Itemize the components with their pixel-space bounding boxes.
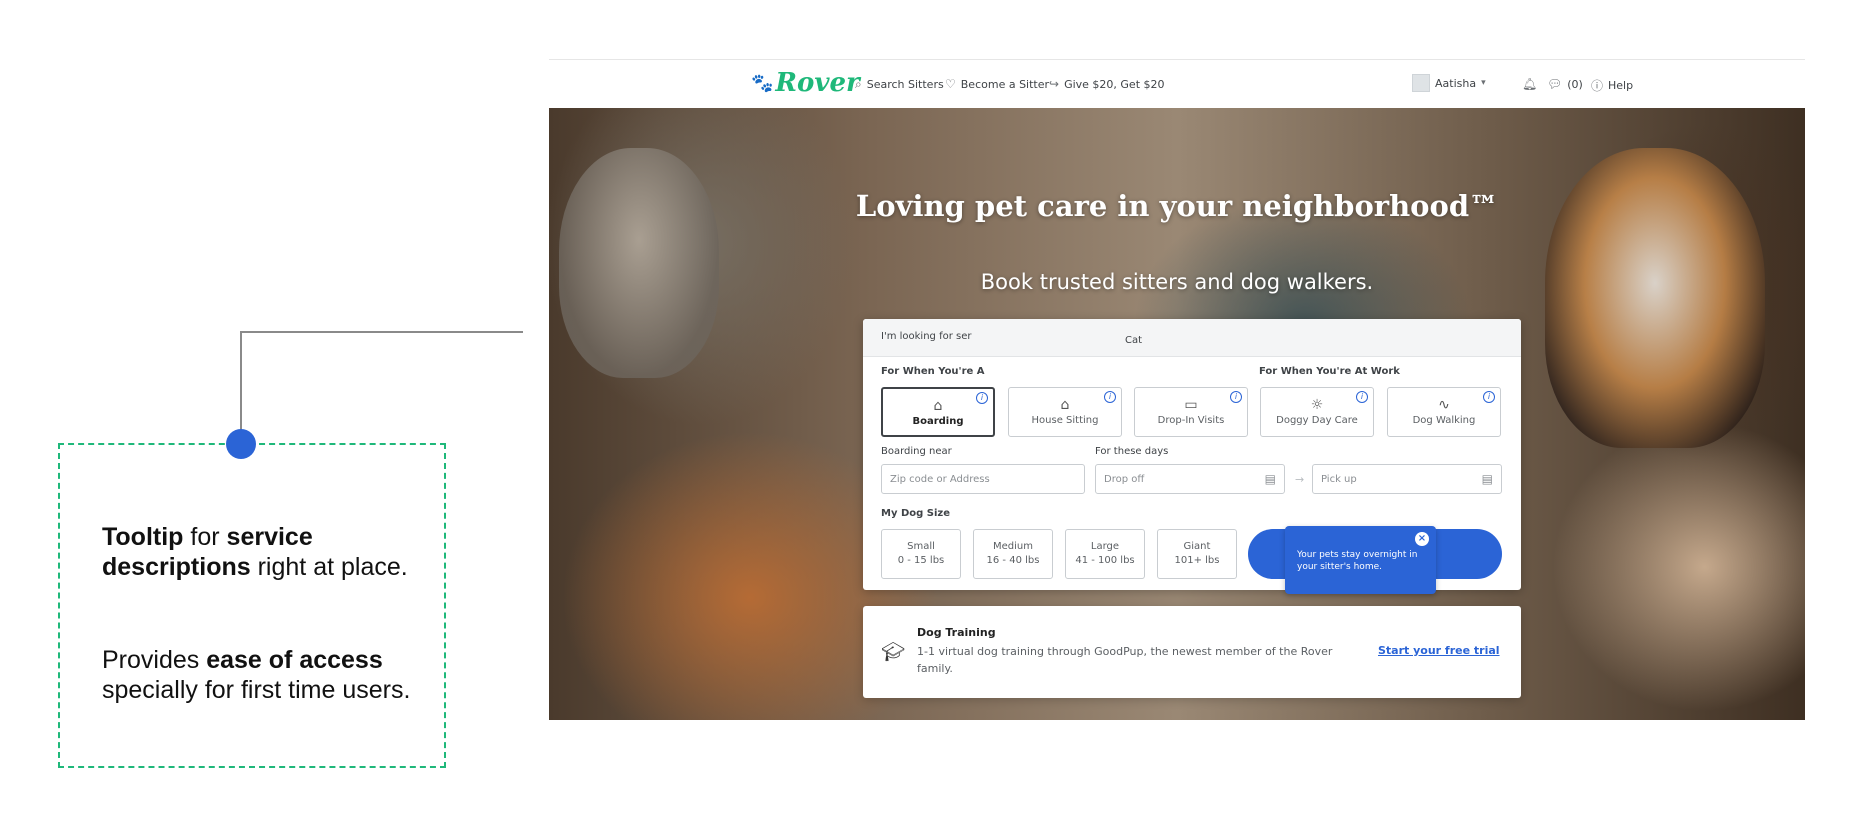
user-menu[interactable]: Aatisha ▾ [1412, 74, 1486, 92]
annotation-text-rest: right at place. [257, 553, 408, 581]
size-giant[interactable]: Giant 101+ lbs [1157, 529, 1237, 579]
size-name: Medium [993, 541, 1033, 552]
connector-line-vertical [240, 331, 242, 431]
pick-up-placeholder: Pick up [1321, 474, 1357, 485]
messages-count: (0) [1567, 77, 1583, 91]
annotation-text-users: specially for first time users. [102, 676, 411, 704]
annotation-box [58, 443, 446, 768]
chevron-down-icon: ▾ [1481, 78, 1486, 88]
pet-option-cat[interactable]: Cat [1125, 335, 1142, 346]
hero-title: Loving pet care in your neighborhood™ [855, 189, 1499, 223]
hero-section: Loving pet care in your neighborhood™ Bo… [549, 108, 1805, 720]
chat-icon: 💬︎ [1547, 77, 1563, 91]
service-tooltip: × Your pets stay overnight in your sitte… [1285, 526, 1436, 594]
bell-icon: 🔔︎ [1522, 77, 1538, 91]
share-icon: ↪ [1049, 77, 1060, 91]
close-icon[interactable]: × [1415, 532, 1429, 546]
annotation-bold-tooltip: Tooltip [102, 523, 184, 551]
heart-icon: ♡ [945, 77, 956, 91]
help-label: Help [1608, 79, 1634, 92]
dog-size-label: My Dog Size [881, 508, 950, 519]
search-card: I'm looking for ser Cat For When You're … [863, 319, 1521, 594]
away-section-label: For When You're A [881, 366, 985, 377]
service-label: House Sitting [1031, 415, 1099, 426]
calendar-icon: ▤ [1264, 472, 1276, 486]
paw-icon: 🐾 [751, 72, 774, 94]
service-drop-in-visits[interactable]: ▭ Drop-In Visits i [1134, 387, 1248, 437]
size-range: 101+ lbs [1174, 555, 1220, 566]
info-icon[interactable]: i [1104, 391, 1116, 403]
notifications-button[interactable]: 🔔︎ [1522, 77, 1537, 91]
size-name: Small [907, 541, 935, 552]
info-icon[interactable]: i [976, 392, 988, 404]
logo-text: Rover [775, 68, 860, 98]
annotation-access-note: Provides ease of access specially for fi… [102, 645, 442, 705]
zip-placeholder: Zip code or Address [890, 474, 990, 485]
service-boarding[interactable]: ⌂ Boarding i [881, 387, 995, 437]
help-link[interactable]: ⓘ Help [1591, 77, 1633, 94]
nav-search-sitters[interactable]: ⌕ Search Sitters [855, 77, 944, 92]
nav-become-sitter-label: Become a Sitter [960, 77, 1050, 91]
service-label: Boarding [912, 416, 964, 427]
user-name: Aatisha [1435, 76, 1477, 90]
annotation-text-for: for [190, 523, 220, 551]
boarding-near-label: Boarding near [881, 446, 952, 457]
size-range: 16 - 40 lbs [986, 555, 1040, 566]
nav-become-sitter[interactable]: ♡ Become a Sitter [945, 77, 1049, 91]
help-icon: ⓘ [1591, 79, 1604, 93]
info-icon[interactable]: i [1230, 391, 1242, 403]
service-house-sitting[interactable]: ⌂ House Sitting i [1008, 387, 1122, 437]
navbar: 🐾 Rover ⌕ Search Sitters ♡ Become a Sitt… [549, 60, 1805, 108]
nav-give-get-label: Give $20, Get $20 [1064, 77, 1165, 91]
looking-for-label: I'm looking for ser [881, 331, 972, 342]
free-trial-link[interactable]: Start your free trial [1378, 644, 1500, 657]
avatar [1412, 74, 1430, 92]
size-name: Large [1090, 541, 1120, 552]
calendar-icon: ▤ [1481, 472, 1493, 486]
nav-search-sitters-label: Search Sitters [866, 78, 944, 91]
cat-photo [559, 148, 719, 378]
drop-off-placeholder: Drop off [1104, 474, 1145, 485]
rover-logo[interactable]: 🐾 Rover [751, 68, 860, 98]
messages-button[interactable]: 💬︎ (0) [1547, 77, 1583, 91]
graduation-cap-icon: 🎓︎ [881, 641, 906, 663]
pick-up-input[interactable]: Pick up ▤ [1312, 464, 1502, 494]
zip-input[interactable]: Zip code or Address [881, 464, 1085, 494]
work-section-label: For When You're At Work [1259, 366, 1400, 377]
arrow-right-icon: → [1295, 473, 1305, 486]
hero-subtitle: Book trusted sitters and dog walkers. [980, 270, 1374, 294]
service-dog-walking[interactable]: ∿ Dog Walking i [1387, 387, 1501, 437]
annotation-dot [226, 429, 256, 459]
search-icon: ⌕ [855, 77, 862, 91]
size-range: 0 - 15 lbs [897, 555, 945, 566]
annotation-tooltip-note: Tooltip for service descriptions right a… [102, 522, 442, 582]
service-label: Drop-In Visits [1157, 415, 1225, 426]
promo-title: Dog Training [917, 626, 996, 639]
size-range: 41 - 100 lbs [1075, 555, 1135, 566]
service-label: Dog Walking [1412, 415, 1476, 426]
days-label: For these days [1095, 446, 1169, 457]
dog-training-promo: 🎓︎ Dog Training 1-1 virtual dog training… [863, 606, 1521, 698]
tooltip-text: Your pets stay overnight in your sitter'… [1297, 550, 1418, 572]
size-large[interactable]: Large 41 - 100 lbs [1065, 529, 1145, 579]
annotation-text-provides: Provides [102, 646, 200, 674]
drop-off-input[interactable]: Drop off ▤ [1095, 464, 1285, 494]
size-small[interactable]: Small 0 - 15 lbs [881, 529, 961, 579]
service-doggy-day-care[interactable]: ☼ Doggy Day Care i [1260, 387, 1374, 437]
size-name: Giant [1183, 541, 1211, 552]
connector-line-horizontal [240, 331, 523, 333]
nav-give-get[interactable]: ↪ Give $20, Get $20 [1049, 77, 1165, 91]
service-label: Doggy Day Care [1276, 415, 1358, 426]
info-icon[interactable]: i [1356, 391, 1368, 403]
annotation-bold-access: ease of access [206, 646, 383, 674]
pet-type-bar: I'm looking for ser Cat [863, 319, 1521, 357]
size-medium[interactable]: Medium 16 - 40 lbs [973, 529, 1053, 579]
promo-description: 1-1 virtual dog training through GoodPup… [917, 645, 1333, 675]
info-icon[interactable]: i [1483, 391, 1495, 403]
